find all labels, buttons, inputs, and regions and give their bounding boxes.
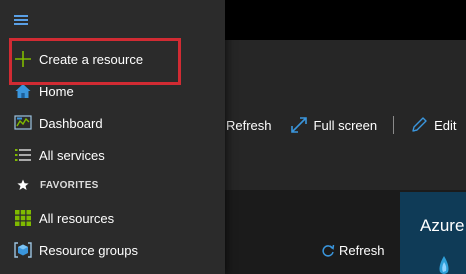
edit-button[interactable]: Edit bbox=[410, 116, 457, 134]
list-icon bbox=[15, 149, 31, 161]
create-resource-label: Create a resource bbox=[39, 51, 144, 67]
refresh-button[interactable]: Refresh bbox=[226, 118, 272, 133]
all-resources-label: All resources bbox=[39, 210, 115, 226]
hamburger-menu-icon[interactable] bbox=[14, 13, 32, 27]
portal-menu-flyout: Create a resource Home Dashboard All ser… bbox=[0, 0, 225, 274]
dashboard-label: Dashboard bbox=[39, 115, 103, 131]
azure-tile[interactable]: Azure bbox=[400, 192, 466, 274]
refresh-label: Refresh bbox=[226, 117, 272, 133]
dashboard-icon bbox=[14, 115, 32, 130]
azure-tile-title: Azure bbox=[420, 216, 465, 235]
full-screen-label: Full screen bbox=[313, 117, 378, 133]
home-label: Home bbox=[39, 83, 74, 99]
tile-refresh-label: Refresh bbox=[339, 243, 385, 258]
tile-refresh-button[interactable]: Refresh bbox=[321, 243, 385, 258]
full-screen-button[interactable]: Full screen bbox=[290, 116, 378, 134]
sidebar-item-resource-groups[interactable]: Resource groups bbox=[0, 236, 225, 264]
plus-icon bbox=[15, 51, 31, 67]
dashboard-toolbar: Refresh Full screen Edit bbox=[226, 113, 457, 137]
favorites-label: FAVORITES bbox=[40, 180, 99, 191]
azure-logo-icon bbox=[439, 256, 449, 274]
star-icon bbox=[17, 179, 29, 190]
home-icon bbox=[15, 84, 31, 98]
resource-group-icon bbox=[14, 242, 32, 258]
sidebar-item-all-services[interactable]: All services bbox=[0, 141, 225, 169]
edit-label: Edit bbox=[434, 117, 457, 133]
refresh-icon bbox=[322, 244, 335, 257]
create-resource-item[interactable]: Create a resource bbox=[0, 45, 225, 73]
all-services-label: All services bbox=[39, 147, 105, 163]
expand-icon bbox=[290, 117, 307, 133]
favorites-header: FAVORITES bbox=[0, 176, 225, 196]
pencil-icon bbox=[412, 117, 427, 132]
sidebar-item-dashboard[interactable]: Dashboard bbox=[0, 109, 225, 137]
grid-icon bbox=[15, 210, 31, 226]
resource-groups-label: Resource groups bbox=[39, 242, 138, 258]
sidebar-item-home[interactable]: Home bbox=[0, 77, 225, 105]
toolbar-divider bbox=[393, 116, 395, 134]
sidebar-item-all-resources[interactable]: All resources bbox=[0, 204, 225, 232]
